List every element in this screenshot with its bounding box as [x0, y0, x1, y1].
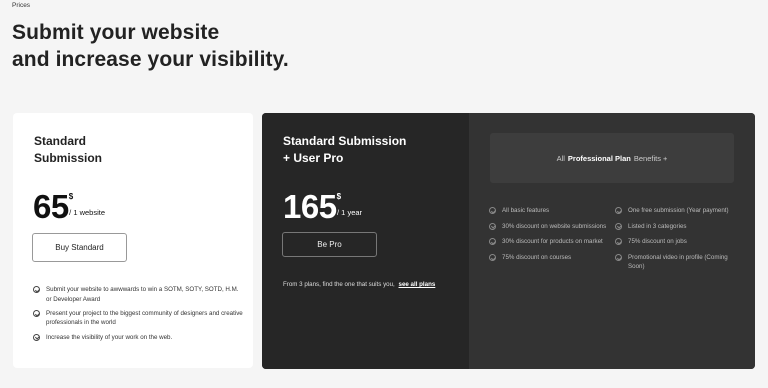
pro-plan-title: Standard Submission + User Pro [283, 133, 406, 167]
feature-item: Submit your website to awwwards to win a… [33, 285, 243, 304]
pro-title-line-1: Standard Submission [283, 134, 407, 148]
benefit-item: 30% discount on website submissions [489, 222, 614, 232]
standard-title-line-1: Standard [34, 134, 87, 148]
benefit-item: 75% discount on courses [489, 253, 614, 263]
check-circle-icon [489, 253, 496, 261]
benefit-text: Promotional video in profile (Coming Soo… [628, 253, 728, 271]
benefits-suffix: Benefits + [633, 153, 668, 163]
pro-price-period: / 1 year [337, 208, 363, 217]
check-circle-icon [489, 238, 496, 246]
feature-text: Submit your website to awwwards to win a… [46, 286, 239, 303]
benefit-item: All basic features [489, 206, 614, 216]
feature-text: Present your project to the biggest comm… [46, 309, 243, 327]
pro-plan-card: Standard Submission + User Pro 165 $ / 1… [262, 113, 755, 369]
pro-plan-main: Standard Submission + User Pro 165 $ / 1… [262, 113, 469, 369]
standard-price-period: / 1 website [69, 208, 106, 217]
pro-benefits-panel: All Professional Plan Benefits + All bas… [469, 113, 755, 369]
headline-line-2: and increase your visibility. [12, 48, 289, 71]
be-pro-button[interactable]: Be Pro [282, 232, 377, 257]
buy-standard-button[interactable]: Buy Standard [32, 233, 127, 262]
standard-plan-card: Standard Submission 65 $ / 1 website Buy… [13, 113, 253, 368]
check-circle-icon [615, 207, 622, 214]
check-circle-icon [33, 286, 40, 293]
check-circle-icon [33, 333, 40, 341]
standard-price-currency: $ [68, 192, 74, 201]
benefits-list-right: One free submission (Year payment) Liste… [615, 206, 745, 278]
benefit-text: 75% discount on jobs [628, 238, 687, 246]
check-circle-icon [489, 222, 496, 230]
see-all-plans-link[interactable]: see all plans [399, 281, 436, 288]
plans-note: From 3 plans, find the one that suits yo… [283, 281, 435, 288]
benefits-prefix: All [556, 153, 565, 163]
standard-price-amount: 65 [33, 188, 69, 225]
benefit-item: One free submission (Year payment) [615, 206, 745, 216]
headline-line-1: Submit your website [12, 21, 220, 44]
plans-note-text: From 3 plans, find the one that suits yo… [283, 281, 395, 288]
professional-benefits-banner[interactable]: All Professional Plan Benefits + [490, 133, 734, 183]
pro-title-line-2: + User Pro [283, 151, 344, 165]
standard-price: 65 $ / 1 website [33, 190, 105, 223]
pro-price-amount: 165 [283, 188, 337, 225]
feature-item: Present your project to the biggest comm… [33, 309, 243, 328]
pro-price-currency: $ [336, 192, 342, 201]
pro-price: 165 $ / 1 year [283, 190, 362, 223]
benefit-text: 30% discount for products on market [502, 238, 603, 246]
check-circle-icon [489, 207, 496, 214]
benefit-text: Listed in 3 categories [628, 222, 687, 230]
check-circle-icon [615, 222, 622, 230]
benefit-text: 30% discount on website submissions [502, 222, 607, 230]
benefits-plan-name: Professional Plan [567, 153, 631, 163]
check-circle-icon [615, 238, 622, 246]
standard-feature-list: Submit your website to awwwards to win a… [33, 285, 243, 347]
benefits-list-left: All basic features 30% discount on websi… [489, 206, 614, 268]
benefit-item: Listed in 3 categories [615, 222, 745, 232]
eyebrow-label: Prices [12, 2, 31, 9]
benefit-text: One free submission (Year payment) [628, 207, 729, 214]
standard-title-line-2: Submission [34, 151, 103, 165]
benefit-item: Promotional video in profile (Coming Soo… [615, 253, 745, 272]
benefit-item: 30% discount for products on market [489, 237, 614, 247]
benefit-text: All basic features [502, 207, 550, 214]
benefit-item: 75% discount on jobs [615, 237, 745, 247]
feature-item: Increase the visibility of your work on … [33, 333, 243, 343]
check-circle-icon [33, 309, 40, 317]
page-headline: Submit your website and increase your vi… [12, 19, 289, 73]
feature-text: Increase the visibility of your work on … [46, 333, 173, 341]
benefit-text: 75% discount on courses [502, 253, 572, 261]
check-circle-icon [615, 253, 622, 261]
standard-plan-title: Standard Submission [34, 133, 102, 167]
